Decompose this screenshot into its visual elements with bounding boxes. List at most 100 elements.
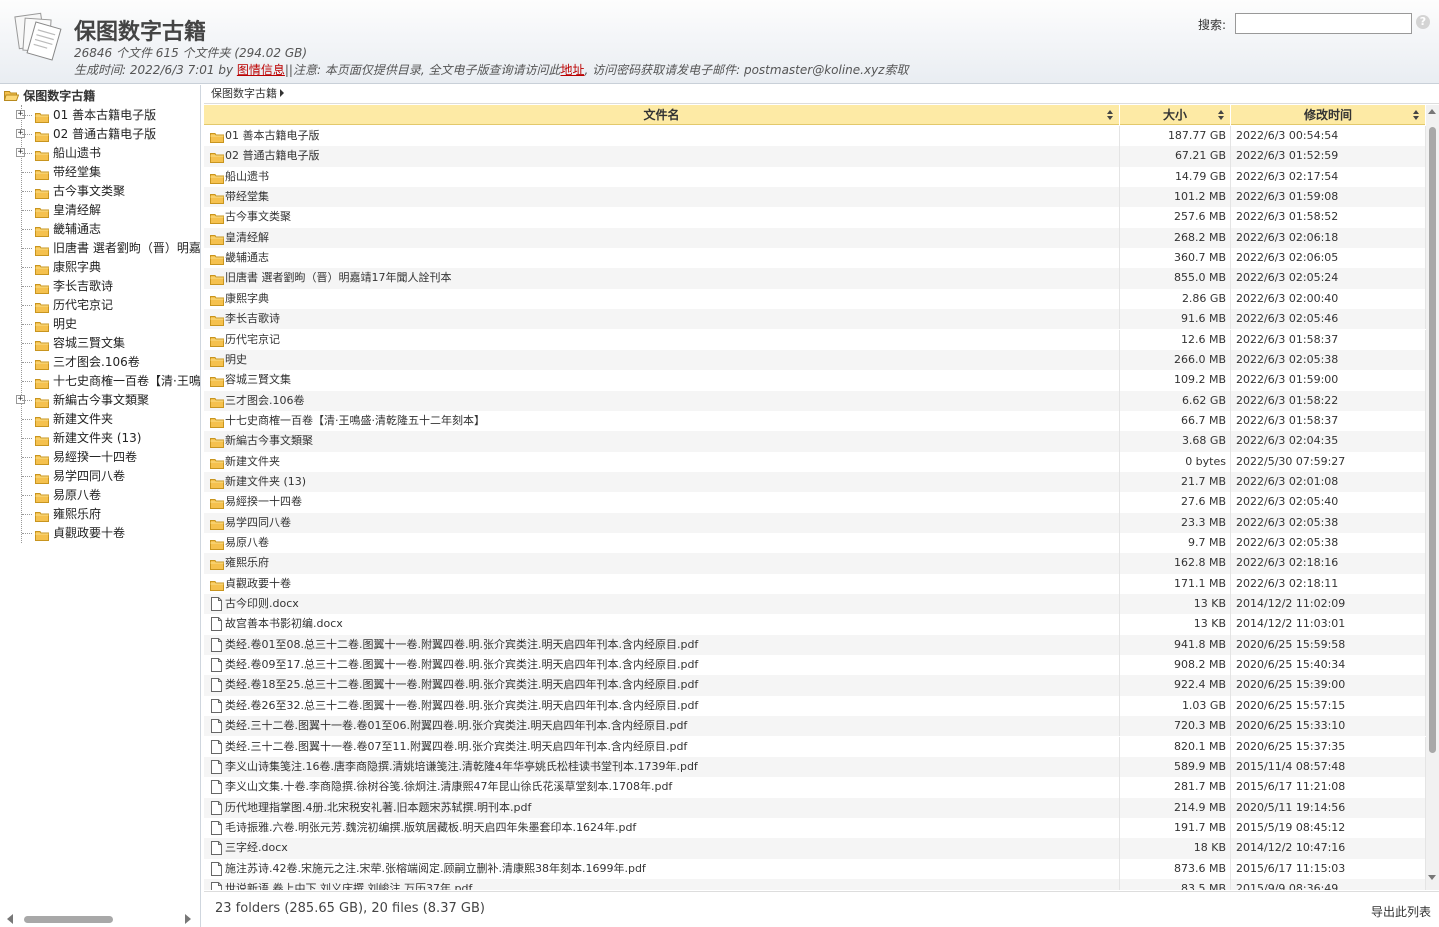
file-name[interactable]: 明史 <box>225 353 247 366</box>
table-row[interactable]: 康熙字典 2.86 GB 2022/6/3 02:00:40 <box>204 288 1426 310</box>
tree-item[interactable]: +01 善本古籍电子版 <box>16 106 200 125</box>
table-row[interactable]: 雍熙乐府 162.8 MB 2022/6/3 02:18:16 <box>204 553 1426 574</box>
scrollbar-thumb[interactable] <box>24 916 113 923</box>
tree-item[interactable]: 康熙字典 <box>16 258 200 277</box>
tree-item[interactable]: 李长吉歌诗 <box>16 277 200 296</box>
tree-item[interactable]: +02 普通古籍电子版 <box>16 125 200 144</box>
tree-item[interactable]: 新建文件夹 (13) <box>16 429 200 448</box>
name-cell[interactable]: 类经.三十二卷.图翼十一卷.卷01至06.附翼四卷.明.张介宾类注.明天启四年刊… <box>204 716 1120 737</box>
tree-item[interactable]: 雍熙乐府 <box>16 505 200 524</box>
table-row[interactable]: 02 普通古籍电子版 67.21 GB 2022/6/3 01:52:59 <box>204 146 1426 167</box>
file-name[interactable]: 01 善本古籍电子版 <box>225 129 320 142</box>
file-name[interactable]: 雍熙乐府 <box>225 556 269 569</box>
tree-item[interactable]: + 船山遗书 <box>16 144 200 163</box>
file-name[interactable]: 旧唐書 選者劉昫（晋）明嘉靖17年聞人詮刊本 <box>225 271 452 284</box>
tree-item[interactable]: + 新編古今事文類聚 <box>16 391 200 410</box>
name-cell[interactable]: 世说新语.卷上中下.刘义庆撰.刘峻注.万历37年.pdf <box>204 878 1120 890</box>
tree-item[interactable]: 历代宅京记 <box>16 296 200 315</box>
scroll-down-arrow[interactable] <box>1428 875 1436 880</box>
address-link[interactable]: 地址 <box>560 63 584 77</box>
file-name[interactable]: 02 普通古籍电子版 <box>225 149 320 162</box>
file-name[interactable]: 易原八卷 <box>225 536 269 549</box>
name-cell[interactable]: 02 普通古籍电子版 <box>204 146 1120 167</box>
tree-item[interactable]: 带经堂集 <box>16 163 200 182</box>
file-name[interactable]: 类经.卷01至08.总三十二卷.图翼十一卷.附翼四卷.明.张介宾类注.明天启四年… <box>225 638 698 651</box>
table-row[interactable]: 类经.卷09至17.总三十二卷.图翼十一卷.附翼四卷.明.张介宾类注.明天启四年… <box>204 655 1426 676</box>
tree-item[interactable]: 古今事文类聚 <box>16 182 200 201</box>
file-name[interactable]: 康熙字典 <box>225 292 269 305</box>
name-cell[interactable]: 三才图会.106卷 <box>204 390 1120 411</box>
name-cell[interactable]: 类经.卷18至25.总三十二卷.图翼十一卷.附翼四卷.明.张介宾类注.明天启四年… <box>204 675 1120 696</box>
name-cell[interactable]: 皇清经解 <box>204 227 1120 249</box>
name-cell[interactable]: 易学四同八卷 <box>204 512 1120 533</box>
table-row[interactable]: 新建文件夹 0 bytes 2022/5/30 07:59:27 <box>204 451 1426 472</box>
name-cell[interactable]: 易經揆一十四卷 <box>204 492 1120 513</box>
table-row[interactable]: 容城三賢文集 109.2 MB 2022/6/3 01:59:00 <box>204 370 1426 391</box>
name-cell[interactable]: 康熙字典 <box>204 288 1120 310</box>
name-cell[interactable]: 畿辅通志 <box>204 248 1120 269</box>
tree-item[interactable]: 十七史商榷一百卷【清·王鳴 <box>16 372 200 391</box>
file-name[interactable]: 三才图会.106卷 <box>225 394 305 407</box>
tree-item[interactable]: 容城三賢文集 <box>16 334 200 353</box>
name-cell[interactable]: 李长吉歌诗 <box>204 309 1120 330</box>
file-name[interactable]: 易經揆一十四卷 <box>225 495 302 508</box>
tree-item[interactable]: 易經揆一十四卷 <box>16 448 200 467</box>
table-row[interactable]: 貞觀政要十卷 171.1 MB 2022/6/3 02:18:11 <box>204 573 1426 595</box>
file-name[interactable]: 毛诗振雅.六卷.明张元芳.魏浣初编撰.版筑居藏板.明天启四年朱墨套印本.1624… <box>225 821 636 834</box>
name-cell[interactable]: 貞觀政要十卷 <box>204 573 1120 595</box>
name-cell[interactable]: 明史 <box>204 349 1120 371</box>
table-row[interactable]: 新建文件夹 (13) 21.7 MB 2022/6/3 02:01:08 <box>204 471 1426 493</box>
name-cell[interactable]: 李义山文集.十卷.李商隐撰.徐树谷笺.徐炯注.清康熙47年昆山徐氏花溪草堂刻本.… <box>204 777 1120 798</box>
name-cell[interactable]: 类经.卷01至08.总三十二卷.图翼十一卷.附翼四卷.明.张介宾类注.明天启四年… <box>204 634 1120 656</box>
file-name[interactable]: 古今印则.docx <box>225 597 299 610</box>
name-cell[interactable]: 新建文件夹 (13) <box>204 471 1120 493</box>
table-row[interactable]: 故宫善本书影初编.docx 13 KB 2014/12/2 11:03:01 <box>204 614 1426 635</box>
table-row[interactable]: 三字经.docx 18 KB 2014/12/2 10:47:16 <box>204 838 1426 859</box>
table-row[interactable]: 类经.三十二卷.图翼十一卷.卷01至06.附翼四卷.明.张介宾类注.明天启四年刊… <box>204 716 1426 737</box>
vertical-scrollbar[interactable] <box>1426 105 1439 890</box>
breadcrumb[interactable]: 保图数字古籍 <box>204 85 1439 104</box>
tree-item[interactable]: 皇清经解 <box>16 201 200 220</box>
scroll-left-arrow[interactable] <box>7 914 13 924</box>
table-row[interactable]: 李义山诗集笺注.16卷.唐李商隐撰.清姚培谦笺注.清乾隆4年华亭姚氏松桂读书堂刊… <box>204 756 1426 778</box>
table-row[interactable]: 船山遗书 14.79 GB 2022/6/3 02:17:54 <box>204 166 1426 188</box>
file-name[interactable]: 李义山文集.十卷.李商隐撰.徐树谷笺.徐炯注.清康熙47年昆山徐氏花溪草堂刻本.… <box>225 780 672 793</box>
file-name[interactable]: 新建文件夹 (13) <box>225 475 306 488</box>
tree-item[interactable]: 貞觀政要十卷 <box>16 524 200 543</box>
table-row[interactable]: 李义山文集.十卷.李商隐撰.徐树谷笺.徐炯注.清康熙47年昆山徐氏花溪草堂刻本.… <box>204 777 1426 798</box>
table-row[interactable]: 历代地理指掌图.4册.北宋税安礼著.旧本题宋苏轼撰.明刊本.pdf 214.9 M… <box>204 797 1426 818</box>
table-row[interactable]: 类经.卷26至32.总三十二卷.图翼十一卷.附翼四卷.明.张介宾类注.明天启四年… <box>204 695 1426 717</box>
table-row[interactable]: 三才图会.106卷 6.62 GB 2022/6/3 01:58:22 <box>204 390 1426 411</box>
name-cell[interactable]: 带经堂集 <box>204 187 1120 208</box>
tree-item[interactable]: 三才图会.106卷 <box>16 353 200 372</box>
file-name[interactable]: 古今事文类聚 <box>225 210 291 223</box>
tree-item[interactable]: 畿辅通志 <box>16 220 200 239</box>
file-name[interactable]: 新建文件夹 <box>225 455 280 468</box>
name-cell[interactable]: 新建文件夹 <box>204 451 1120 472</box>
table-row[interactable]: 易原八卷 9.7 MB 2022/6/3 02:05:38 <box>204 533 1426 554</box>
scrollbar-thumb[interactable] <box>1429 127 1436 753</box>
table-row[interactable]: 历代宅京记 12.6 MB 2022/6/3 01:58:37 <box>204 329 1426 350</box>
name-cell[interactable]: 十七史商榷一百卷【清·王鳴盛·清乾隆五十二年刻本】 <box>204 410 1120 432</box>
table-row[interactable]: 畿辅通志 360.7 MB 2022/6/3 02:06:05 <box>204 248 1426 269</box>
sort-icon[interactable] <box>1413 110 1419 120</box>
name-cell[interactable]: 施注苏诗.42卷.宋施元之注.宋荦.张榕端阅定.顾嗣立删补.清康熙38年刻本.1… <box>204 858 1120 879</box>
table-row[interactable]: 类经.卷01至08.总三十二卷.图翼十一卷.附翼四卷.明.张介宾类注.明天启四年… <box>204 634 1426 656</box>
export-list-link[interactable]: 导出此列表 <box>1371 903 1431 920</box>
name-cell[interactable]: 类经.卷09至17.总三十二卷.图翼十一卷.附翼四卷.明.张介宾类注.明天启四年… <box>204 655 1120 676</box>
file-name[interactable]: 类经.三十二卷.图翼十一卷.卷07至11.附翼四卷.明.张介宾类注.明天启四年刊… <box>225 740 687 753</box>
tree-item[interactable]: 明史 <box>16 315 200 334</box>
name-cell[interactable]: 历代宅京记 <box>204 329 1120 350</box>
tree-item[interactable]: 旧唐書 選者劉昫（晋）明嘉 <box>16 239 200 258</box>
name-cell[interactable]: 古今印则.docx <box>204 594 1120 615</box>
name-cell[interactable]: 容城三賢文集 <box>204 370 1120 391</box>
column-header-modified[interactable]: 修改时间 <box>1231 105 1426 125</box>
file-name[interactable]: 易学四同八卷 <box>225 516 291 529</box>
table-row[interactable]: 皇清经解 268.2 MB 2022/6/3 02:06:18 <box>204 227 1426 249</box>
table-row[interactable]: 古今事文类聚 257.6 MB 2022/6/3 01:58:52 <box>204 207 1426 228</box>
author-link[interactable]: 图情信息 <box>237 63 285 77</box>
file-name[interactable]: 带经堂集 <box>225 190 269 203</box>
table-row[interactable]: 类经.卷18至25.总三十二卷.图翼十一卷.附翼四卷.明.张介宾类注.明天启四年… <box>204 675 1426 696</box>
table-row[interactable]: 新編古今事文類聚 3.68 GB 2022/6/3 02:04:35 <box>204 431 1426 452</box>
file-name[interactable]: 新編古今事文類聚 <box>225 434 313 447</box>
